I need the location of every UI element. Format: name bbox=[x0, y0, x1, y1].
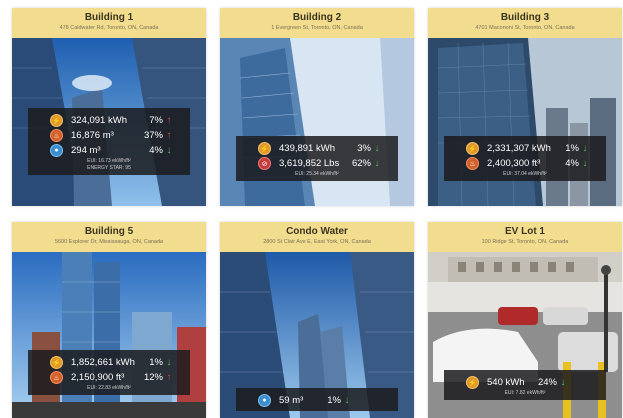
trend-down-icon: ↓ bbox=[582, 143, 588, 154]
metric-value: 59 m³ bbox=[279, 395, 304, 406]
gas-icon: ♨ bbox=[50, 371, 63, 384]
trend-up-icon: ↑ bbox=[166, 372, 172, 383]
metric-value: 1,852,661 kWh bbox=[71, 357, 135, 368]
metric-value: 2,150,900 ft³ bbox=[71, 372, 125, 383]
metric-row: ⚡ 2,331,307 kWh 1% ↓ bbox=[444, 141, 606, 156]
metric-row: ⚡ 1,852,661 kWh 1% ↓ bbox=[28, 355, 190, 370]
metric-percent: 7% bbox=[149, 115, 163, 126]
building-card-3[interactable]: Building 3 4701 Macononi St, Toronto, ON… bbox=[428, 8, 622, 206]
card-header: Building 2 1 Evergreen St, Toronto, ON, … bbox=[220, 8, 414, 38]
card-header: Building 5 5600 Explorer Dr, Mississauga… bbox=[12, 222, 206, 252]
electricity-icon: ⚡ bbox=[258, 142, 271, 155]
trend-down-icon: ↓ bbox=[582, 158, 588, 169]
metric-row: ⊘ 3,619,852 Lbs 62% ↓ bbox=[236, 156, 398, 171]
trend-down-icon: ↓ bbox=[374, 143, 380, 154]
metric-percent: 24% bbox=[537, 377, 557, 388]
metric-row: ● 294 m³ 4% ↓ bbox=[28, 143, 190, 158]
card-header: Building 1 478 Caldwater Rd, Toronto, ON… bbox=[12, 8, 206, 38]
metric-percent: 12% bbox=[143, 372, 163, 383]
metric-value: 540 kWh bbox=[487, 377, 525, 388]
metric-row: ⚡ 439,891 kWh 3% ↓ bbox=[236, 141, 398, 156]
trend-up-icon: ↑ bbox=[166, 115, 172, 126]
co2-icon: ⊘ bbox=[258, 157, 271, 170]
eui-label: EUI: 7.82 ekWh/ft² bbox=[504, 390, 546, 396]
eui-label: EUI: 37.04 ekWh/ft² bbox=[503, 171, 547, 177]
card-title: Building 5 bbox=[84, 226, 134, 237]
trend-down-icon: ↓ bbox=[344, 395, 350, 406]
trend-down-icon: ↓ bbox=[166, 145, 172, 156]
card-header: EV Lot 1 100 Ridge St, Toronto, ON, Cana… bbox=[428, 222, 622, 252]
building-grid: Building 1 478 Caldwater Rd, Toronto, ON… bbox=[0, 0, 623, 418]
metric-row: ♨ 16,876 m³ 37% ↑ bbox=[28, 128, 190, 143]
water-icon: ● bbox=[50, 144, 63, 157]
card-title: Building 2 bbox=[292, 12, 342, 23]
metric-row: ⚡ 324,091 kWh 7% ↑ bbox=[28, 113, 190, 128]
gas-icon: ♨ bbox=[466, 157, 479, 170]
building-card-5[interactable]: Building 5 5600 Explorer Dr, Mississauga… bbox=[12, 222, 206, 418]
building-card-2[interactable]: Building 2 1 Evergreen St, Toronto, ON, … bbox=[220, 8, 414, 206]
electricity-icon: ⚡ bbox=[50, 356, 63, 369]
metric-value: 3,619,852 Lbs bbox=[279, 158, 340, 169]
metric-percent: 4% bbox=[565, 158, 579, 169]
gas-icon: ♨ bbox=[50, 129, 63, 142]
electricity-icon: ⚡ bbox=[466, 376, 479, 389]
metrics-panel: ● 59 m³ 1% ↓ bbox=[236, 388, 398, 411]
card-header: Condo Water 2800 St Clair Ave E, East Yo… bbox=[220, 222, 414, 252]
metric-row: ♨ 2,400,300 ft³ 4% ↓ bbox=[444, 156, 606, 171]
electricity-icon: ⚡ bbox=[466, 142, 479, 155]
metrics-panel: ⚡ 324,091 kWh 7% ↑ ♨ 16,876 m³ 37% ↑ ● 2… bbox=[28, 108, 190, 175]
card-address: 4701 Macononi St, Toronto, ON, Canada bbox=[475, 25, 575, 31]
trend-down-icon: ↓ bbox=[374, 158, 380, 169]
card-address: 5600 Explorer Dr, Mississauga, ON, Canad… bbox=[54, 239, 164, 245]
trend-down-icon: ↓ bbox=[166, 357, 172, 368]
metric-percent: 3% bbox=[357, 143, 371, 154]
metrics-panel: ⚡ 540 kWh 24% ↓ EUI: 7.82 ekWh/ft² bbox=[444, 370, 606, 400]
card-title: EV Lot 1 bbox=[504, 226, 545, 237]
metric-value: 439,891 kWh bbox=[279, 143, 335, 154]
metric-row: ● 59 m³ 1% ↓ bbox=[236, 393, 398, 408]
condo-water-card[interactable]: Condo Water 2800 St Clair Ave E, East Yo… bbox=[220, 222, 414, 418]
card-address: 2800 St Clair Ave E, East York, ON, Cana… bbox=[263, 239, 371, 245]
metrics-panel: ⚡ 439,891 kWh 3% ↓ ⊘ 3,619,852 Lbs 62% ↓… bbox=[236, 136, 398, 181]
electricity-icon: ⚡ bbox=[50, 114, 63, 127]
trend-up-icon: ↑ bbox=[166, 130, 172, 141]
card-title: Condo Water bbox=[286, 226, 348, 237]
card-title: Building 3 bbox=[500, 12, 550, 23]
building-card-1[interactable]: Building 1 478 Caldwater Rd, Toronto, ON… bbox=[12, 8, 206, 206]
metric-row: ♨ 2,150,900 ft³ 12% ↑ bbox=[28, 370, 190, 385]
trend-down-icon: ↓ bbox=[560, 377, 566, 388]
metric-percent: 62% bbox=[351, 158, 371, 169]
metric-percent: 1% bbox=[565, 143, 579, 154]
metric-value: 2,331,307 kWh bbox=[487, 143, 551, 154]
ev-lot-card[interactable]: EV Lot 1 100 Ridge St, Toronto, ON, Cana… bbox=[428, 222, 622, 418]
eui-label: EUI: 22.83 ekWh/ft² bbox=[87, 385, 131, 391]
metric-value: 2,400,300 ft³ bbox=[487, 158, 541, 169]
metric-value: 324,091 kWh bbox=[71, 115, 127, 126]
eui-label: EUI: 16.73 ekWh/ft² bbox=[87, 158, 131, 164]
water-icon: ● bbox=[258, 394, 271, 407]
card-header: Building 3 4701 Macononi St, Toronto, ON… bbox=[428, 8, 622, 38]
card-address: 478 Caldwater Rd, Toronto, ON, Canada bbox=[59, 25, 159, 31]
energy-star-label: ENERGY STAR: 95 bbox=[87, 165, 131, 171]
card-address: 1 Evergreen St, Toronto, ON, Canada bbox=[271, 25, 363, 31]
metrics-panel: ⚡ 1,852,661 kWh 1% ↓ ♨ 2,150,900 ft³ 12%… bbox=[28, 350, 190, 395]
metric-value: 16,876 m³ bbox=[71, 130, 114, 141]
metric-value: 294 m³ bbox=[71, 145, 101, 156]
metric-percent: 37% bbox=[143, 130, 163, 141]
metric-row: ⚡ 540 kWh 24% ↓ bbox=[444, 375, 606, 390]
card-title: Building 1 bbox=[84, 12, 134, 23]
metrics-panel: ⚡ 2,331,307 kWh 1% ↓ ♨ 2,400,300 ft³ 4% … bbox=[444, 136, 606, 181]
metric-percent: 1% bbox=[149, 357, 163, 368]
metric-percent: 4% bbox=[149, 145, 163, 156]
eui-label: EUI: 25.34 ekWh/ft² bbox=[295, 171, 339, 177]
card-address: 100 Ridge St, Toronto, ON, Canada bbox=[481, 239, 569, 245]
metric-percent: 1% bbox=[327, 395, 341, 406]
